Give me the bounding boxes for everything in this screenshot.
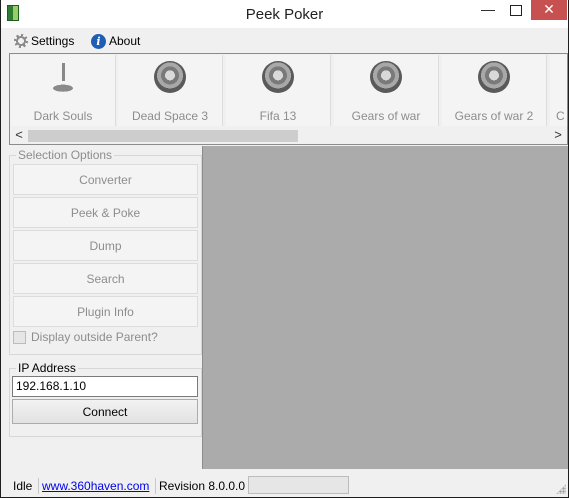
disc-icon bbox=[370, 61, 402, 93]
scroll-right-arrow[interactable]: > bbox=[550, 127, 566, 144]
dump-button[interactable]: Dump bbox=[13, 230, 198, 261]
ip-address-legend: IP Address bbox=[16, 361, 78, 375]
game-gallery: Dark Souls Dead Space 3 Fifa 13 Gears of… bbox=[9, 53, 568, 145]
connect-button[interactable]: Connect bbox=[12, 399, 198, 424]
game-tile-dark-souls[interactable]: Dark Souls bbox=[11, 55, 116, 126]
game-tile-partial[interactable]: C bbox=[550, 55, 567, 126]
disc-icon bbox=[154, 61, 186, 93]
display-outside-parent-label: Display outside Parent? bbox=[31, 330, 158, 344]
title-bar[interactable]: Peek Poker — ✕ bbox=[1, 0, 568, 28]
display-outside-parent-checkbox[interactable] bbox=[13, 330, 26, 344]
menu-settings-label: Settings bbox=[31, 34, 75, 48]
game-tile-label: Dead Space 3 bbox=[131, 109, 209, 123]
menu-settings[interactable]: Settings bbox=[14, 31, 74, 51]
app-window: Peek Poker — ✕ Settings i About Dark Sou… bbox=[0, 0, 569, 498]
scroll-left-arrow[interactable]: < bbox=[11, 127, 27, 144]
ip-address-group: IP Address 192.168.1.10 Connect bbox=[9, 361, 202, 437]
info-icon: i bbox=[91, 33, 106, 49]
revision-label: Revision 8.0.0.0 bbox=[159, 479, 246, 493]
game-tile-fifa-13[interactable]: Fifa 13 bbox=[226, 55, 331, 126]
game-tile-label: C bbox=[556, 109, 565, 123]
game-tile-label: Dark Souls bbox=[33, 109, 93, 123]
peek-poke-button[interactable]: Peek & Poke bbox=[13, 197, 198, 228]
selection-options-legend: Selection Options bbox=[16, 148, 115, 162]
disc-icon bbox=[478, 61, 510, 93]
game-tile-gears-of-war-2[interactable]: Gears of war 2 bbox=[442, 55, 547, 126]
close-button[interactable]: ✕ bbox=[531, 0, 567, 20]
game-tile-label: Gears of war 2 bbox=[454, 109, 534, 123]
game-tile-label: Fifa 13 bbox=[259, 109, 297, 123]
menu-about-label: About bbox=[109, 34, 141, 48]
gear-icon bbox=[14, 34, 28, 48]
converter-button[interactable]: Converter bbox=[13, 164, 198, 195]
menu-about[interactable]: i About bbox=[91, 31, 140, 51]
display-outside-parent-option[interactable]: Display outside Parent? bbox=[13, 329, 158, 345]
status-state: Idle bbox=[13, 479, 33, 493]
search-button[interactable]: Search bbox=[13, 263, 198, 294]
game-tile-label: Gears of war bbox=[351, 109, 421, 123]
disc-icon bbox=[262, 61, 294, 93]
left-panel: Selection Options Converter Peek & Poke … bbox=[9, 147, 202, 469]
plugin-info-button[interactable]: Plugin Info bbox=[13, 296, 198, 327]
scroll-thumb[interactable] bbox=[28, 130, 298, 142]
status-bar: Idle www.360haven.com Revision 8.0.0.0 bbox=[9, 474, 568, 496]
main-content-area bbox=[202, 146, 568, 469]
minimize-button[interactable]: — bbox=[475, 0, 501, 20]
bonfire-icon bbox=[47, 61, 79, 93]
maximize-button[interactable] bbox=[503, 0, 529, 20]
status-progress-bar bbox=[248, 476, 349, 494]
game-tile-gears-of-war[interactable]: Gears of war bbox=[334, 55, 439, 126]
resize-grip-icon[interactable] bbox=[556, 484, 566, 494]
game-tile-dead-space-3[interactable]: Dead Space 3 bbox=[118, 55, 223, 126]
gallery-scrollbar[interactable]: < > bbox=[11, 127, 566, 144]
ip-address-input[interactable]: 192.168.1.10 bbox=[12, 376, 198, 397]
website-link[interactable]: www.360haven.com bbox=[38, 477, 153, 495]
selection-options-group: Selection Options Converter Peek & Poke … bbox=[9, 148, 202, 355]
